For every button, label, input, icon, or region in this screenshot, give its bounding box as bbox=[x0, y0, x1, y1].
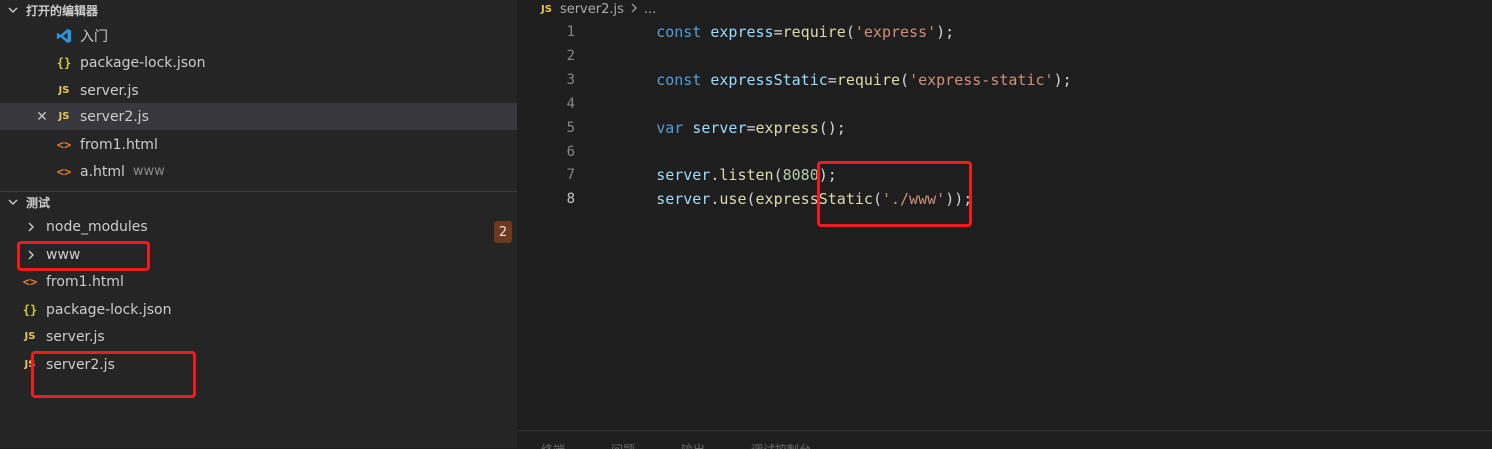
code-editor[interactable]: JS server2.js ... 1 const express=requir… bbox=[517, 0, 1492, 449]
json-braces-icon: {} bbox=[56, 55, 72, 70]
code-token: ); bbox=[1053, 71, 1072, 89]
open-editor-description: www bbox=[132, 164, 165, 179]
explorer-item-label: package-lock.json bbox=[46, 301, 172, 318]
code-token: = bbox=[773, 23, 783, 41]
explorer-folder-item[interactable]: node_modules bbox=[0, 213, 517, 240]
open-editor-item[interactable]: JS server.js bbox=[0, 77, 517, 104]
html-icon: <> bbox=[56, 164, 72, 179]
line-number: 5 bbox=[566, 120, 575, 136]
code-token: (); bbox=[818, 119, 846, 137]
code-token: var bbox=[656, 119, 684, 137]
explorer-item-label: from1.html bbox=[46, 273, 124, 290]
code-token: use bbox=[719, 190, 747, 208]
code-token: const bbox=[656, 71, 702, 89]
code-token: const bbox=[656, 23, 702, 41]
annotation-box bbox=[31, 351, 196, 398]
code-token: ( bbox=[845, 23, 855, 41]
code-token: = bbox=[827, 71, 837, 89]
open-editor-item[interactable]: <> from1.html bbox=[0, 131, 517, 158]
code-token: server bbox=[656, 190, 711, 208]
html-icon: <> bbox=[22, 274, 38, 289]
explorer-folder-header[interactable]: 测试 bbox=[0, 191, 517, 212]
chevron-right-icon bbox=[24, 221, 38, 233]
open-editor-label: 入门 bbox=[80, 28, 108, 45]
line-number: 2 bbox=[566, 48, 575, 64]
code-token: express bbox=[710, 23, 774, 41]
open-editor-item-active[interactable]: ✕ JS server2.js bbox=[0, 103, 517, 130]
explorer-file-item[interactable]: <> from1.html bbox=[0, 268, 517, 295]
code-token: express bbox=[755, 119, 819, 137]
code-token: ( bbox=[746, 190, 756, 208]
line-number: 8 bbox=[566, 191, 575, 207]
annotation-box bbox=[17, 241, 150, 271]
js-icon: JS bbox=[58, 111, 70, 122]
open-editor-item[interactable]: {} package-lock.json bbox=[0, 49, 517, 76]
code-token: ); bbox=[936, 23, 955, 41]
code-token: expressStatic bbox=[710, 71, 828, 89]
code-token: = bbox=[746, 119, 756, 137]
open-editor-label: server2.js bbox=[80, 108, 149, 125]
code-line[interactable]: 5 var server=express(); bbox=[517, 116, 1492, 140]
open-editor-item[interactable]: 入门 bbox=[0, 22, 517, 49]
panel-tab-bar: 终端 问题 输出 调试控制台 bbox=[517, 430, 1492, 449]
js-icon: JS bbox=[541, 3, 552, 15]
js-icon: JS bbox=[58, 85, 70, 96]
code-token: 'express-static' bbox=[909, 71, 1054, 89]
chevron-down-icon bbox=[6, 3, 20, 17]
json-braces-icon: {} bbox=[22, 302, 38, 317]
line-number: 3 bbox=[566, 72, 575, 88]
code-line[interactable]: 3 const expressStatic=require('express-s… bbox=[517, 68, 1492, 92]
explorer-file-item[interactable]: {} package-lock.json bbox=[0, 296, 517, 323]
explorer-item-label: node_modules bbox=[46, 218, 148, 235]
line-number: 1 bbox=[566, 24, 575, 40]
open-editor-item[interactable]: <> a.html www bbox=[0, 158, 517, 185]
code-token: 'express' bbox=[854, 23, 937, 41]
vscode-logo-icon bbox=[56, 27, 72, 45]
open-editors-title: 打开的编辑器 bbox=[26, 3, 99, 18]
open-editor-label: package-lock.json bbox=[80, 54, 206, 71]
close-icon[interactable]: ✕ bbox=[34, 109, 50, 125]
code-token: ( bbox=[900, 71, 910, 89]
code-token: require bbox=[782, 23, 846, 41]
js-icon: JS bbox=[24, 331, 36, 342]
open-editor-label: server.js bbox=[80, 82, 139, 99]
open-editor-label: from1.html bbox=[80, 136, 158, 153]
line-number: 7 bbox=[566, 167, 575, 183]
open-editors-header[interactable]: 打开的编辑器 bbox=[0, 0, 517, 20]
explorer-folder-title: 测试 bbox=[26, 195, 51, 210]
explorer-file-item[interactable]: JS server.js bbox=[0, 323, 517, 350]
code-line[interactable]: 1 const express=require('express'); bbox=[517, 20, 1492, 44]
html-icon: <> bbox=[56, 137, 72, 152]
open-editor-label: a.html bbox=[80, 163, 125, 180]
code-token: require bbox=[836, 71, 901, 89]
line-number: 4 bbox=[566, 96, 575, 112]
code-line-active[interactable]: 8 server.use(expressStatic('./www')); bbox=[517, 187, 1492, 211]
code-token: server bbox=[692, 119, 747, 137]
explorer-item-label: server.js bbox=[46, 328, 105, 345]
problem-count-badge: 2 bbox=[494, 221, 512, 243]
chevron-down-icon bbox=[6, 195, 20, 209]
line-number: 6 bbox=[566, 144, 575, 160]
annotation-box bbox=[817, 161, 972, 227]
